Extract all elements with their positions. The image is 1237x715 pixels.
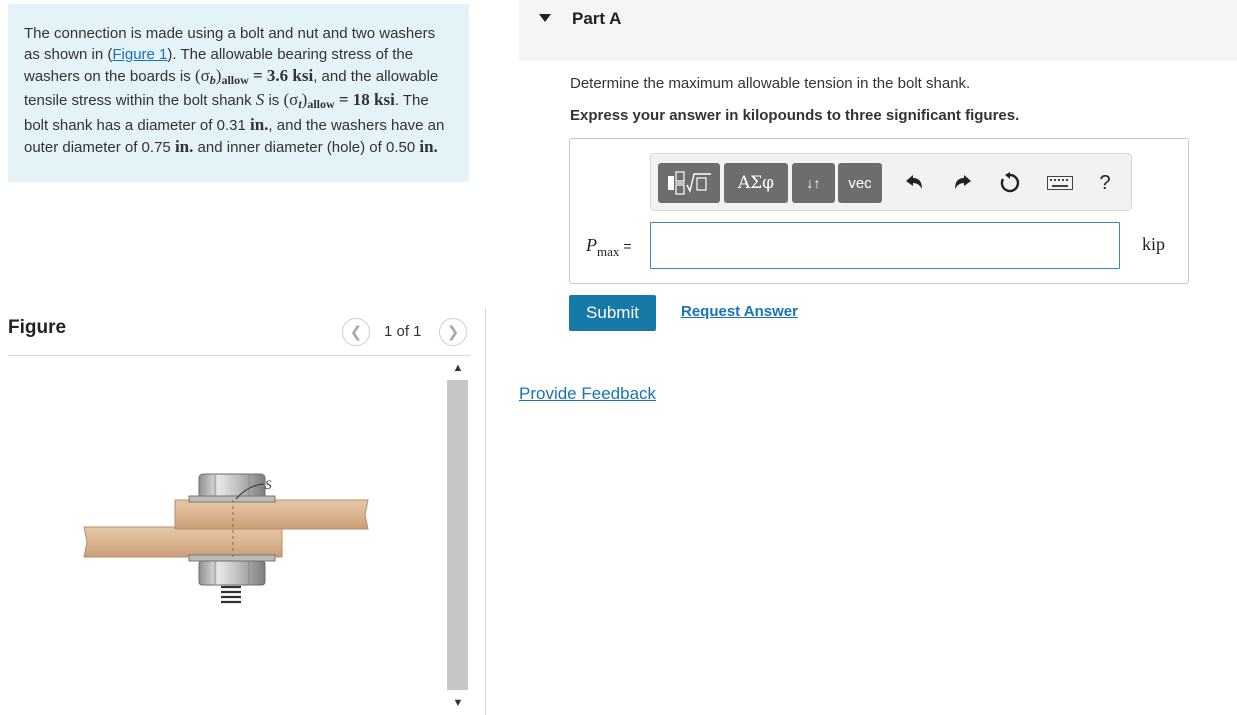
answer-variable-label: Pmax = xyxy=(586,235,632,259)
unit-in: in. xyxy=(174,136,194,156)
panel-divider xyxy=(485,308,486,715)
pager-text: 1 of 1 xyxy=(384,323,422,340)
chevron-left-icon[interactable]: ❮ xyxy=(342,318,370,346)
caret-down-icon[interactable] xyxy=(539,14,551,22)
answer-box: ΑΣφ ↓↑ vec ? Pmax = kip xyxy=(569,138,1189,284)
subscript-superscript-button[interactable]: ↓↑ xyxy=(792,163,835,203)
scroll-up-icon[interactable]: ▲ xyxy=(451,362,465,376)
unit-in: in. xyxy=(419,136,438,156)
problem-text: and inner diameter (hole) of 0.50 xyxy=(197,138,416,156)
scroll-down-icon[interactable]: ▼ xyxy=(451,697,465,711)
reset-icon[interactable] xyxy=(999,172,1021,194)
scrollbar-thumb[interactable] xyxy=(447,380,468,690)
problem-text: is xyxy=(268,92,280,110)
fraction-sqrt-icon xyxy=(668,171,711,195)
sigma-t-symbol: (σt)allow xyxy=(283,90,335,112)
bolt-connection-figure: S xyxy=(83,473,369,604)
sigma-b-value: = 3.6 ksi xyxy=(252,65,314,85)
submit-button[interactable]: Submit xyxy=(569,295,656,331)
provide-feedback-link[interactable]: Provide Feedback xyxy=(519,384,656,404)
keyboard-icon[interactable] xyxy=(1046,172,1074,194)
figure-label-s: S xyxy=(265,477,272,492)
unit-in: in. xyxy=(249,115,269,135)
figure-link[interactable]: Figure 1 xyxy=(112,46,167,63)
problem-statement: The connection is made using a bolt and … xyxy=(8,4,469,182)
help-icon[interactable]: ? xyxy=(1094,172,1116,194)
figure-header: Figure ❮ 1 of 1 ❯ xyxy=(8,312,470,356)
part-title: Part A xyxy=(572,9,622,28)
instruction-text: Express your answer in kilopounds to thr… xyxy=(570,107,1020,124)
sigma-t-value: = 18 ksi xyxy=(338,90,395,110)
figure-image: S xyxy=(8,357,448,715)
part-header[interactable]: Part A xyxy=(519,0,1237,61)
answer-unit: kip xyxy=(1142,234,1166,254)
redo-icon[interactable] xyxy=(952,172,974,194)
math-toolbar: ΑΣφ ↓↑ vec ? xyxy=(650,153,1132,211)
vector-button[interactable]: vec xyxy=(838,163,882,203)
template-button[interactable] xyxy=(658,163,720,203)
figure-title: Figure xyxy=(8,317,67,338)
shank-symbol: S xyxy=(255,90,265,110)
answer-input[interactable] xyxy=(650,222,1120,269)
greek-button[interactable]: ΑΣφ xyxy=(724,163,788,203)
request-answer-link[interactable]: Request Answer xyxy=(681,303,798,320)
undo-icon[interactable] xyxy=(903,172,925,194)
sigma-b-symbol: (σb)allow xyxy=(194,65,249,87)
chevron-right-icon[interactable]: ❯ xyxy=(439,318,467,346)
question-text: Determine the maximum allowable tension … xyxy=(570,75,971,92)
